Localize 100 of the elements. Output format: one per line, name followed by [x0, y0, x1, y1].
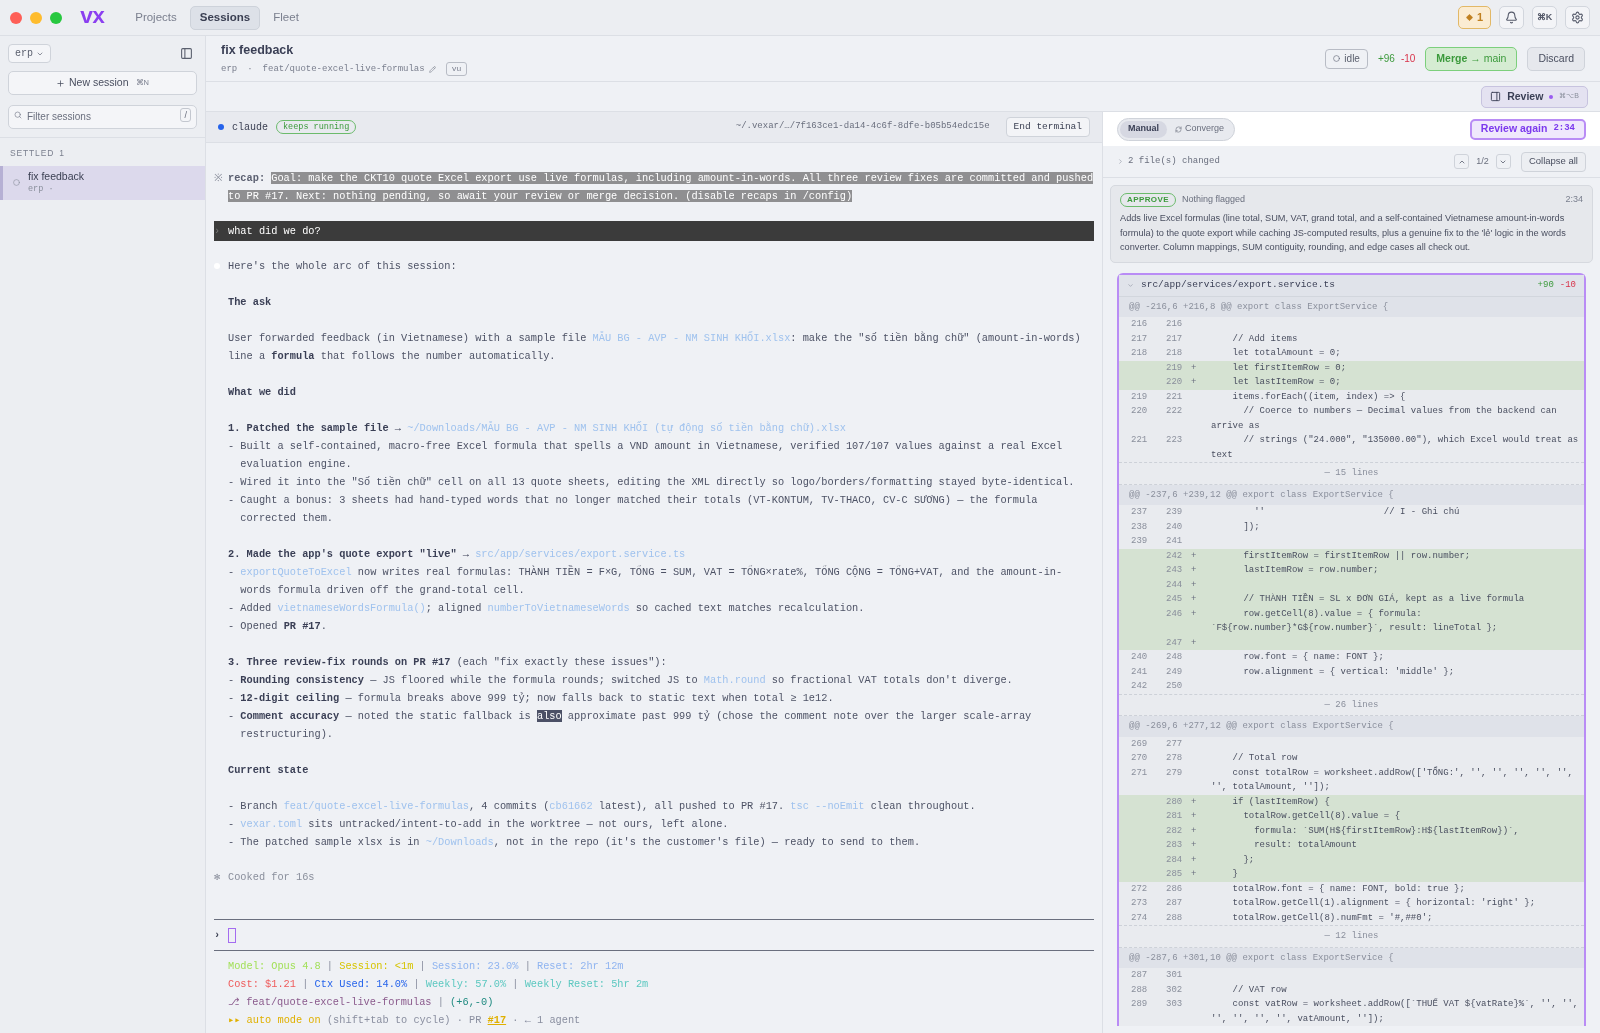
- line-number: 218: [1166, 348, 1183, 358]
- code-line: let lastItemRow = 0;: [1231, 377, 1341, 387]
- code-link[interactable]: feat/quote-excel-live-formulas: [283, 800, 469, 812]
- line-number: 280: [1166, 796, 1183, 807]
- code-link[interactable]: src/app/services/export.service.ts: [475, 548, 686, 560]
- terminal-line: - Opened PR #17.: [228, 619, 328, 634]
- line-number: 223: [1166, 435, 1183, 445]
- search-icon: [14, 111, 22, 119]
- line-number: 273: [1131, 898, 1148, 908]
- code-line: // VAT row: [1231, 984, 1287, 995]
- minimize-window-button[interactable]: [30, 11, 42, 24]
- review-summary: Adds live Excel formulas (line total, SUM, VAT, grand total, and a self-contained Vietnamese amount-in-words formula) to the quote export while caching JS-computed results, plus a genuine fix to the 'lẻ' logic in the words converter. Column mappings, SUM contiguity, rounding, and edge cases all check out.: [1120, 212, 1567, 254]
- terminal-line: - exportQuoteToExcel now writes real formulas: THÀNH TIỀN = F×G, TỔNG = SUM, VAT = TỔNG×rate%, TỔNG CỘNG = TỔNG+VAT, and the amount-in-words formula driven off the grand-total cell.: [228, 564, 1064, 598]
- code-line: row.alignment = { vertical: 'middle' };: [1242, 666, 1455, 677]
- next-file-button[interactable]: [1495, 154, 1511, 169]
- line-number: 217: [1166, 333, 1183, 344]
- code-link[interactable]: ~/Downloads/MẪU BG - AVP - NM SINH KHỐI (tự động số tiền bằng chữ).xlsx: [407, 422, 846, 434]
- status-line: ▸▸ auto mode on (shift+tab to cycle) · PR #17 · ← 1 agent: [228, 1013, 582, 1028]
- line-number: 284: [1166, 854, 1183, 865]
- elapsed-time: Cooked for 16s: [228, 870, 315, 885]
- discard-button[interactable]: Discard: [1527, 46, 1585, 71]
- line-number: 272: [1131, 883, 1148, 894]
- line-number: 277: [1166, 738, 1183, 749]
- code-line: ]);: [1242, 521, 1260, 532]
- review-again-button[interactable]: Review again 2:34: [1469, 118, 1586, 140]
- notification-badge[interactable]: 1: [1457, 6, 1491, 29]
- hunk-header: @@ -216,6 +216,8 @@ export class ExportService {: [1119, 296, 1584, 317]
- folded-lines[interactable]: — 12 lines: [1119, 925, 1584, 948]
- code-line: let firstItemRow = 0;: [1231, 362, 1347, 373]
- session-title: fix feedback: [221, 41, 295, 59]
- code-link[interactable]: MẪU BG - AVP - NM SINH KHỐI.xlsx: [592, 332, 791, 344]
- mode-tab[interactable]: Converge: [1167, 120, 1233, 138]
- code-link[interactable]: cb61662: [549, 800, 593, 812]
- prompt-marker: ›: [214, 224, 222, 239]
- input-cursor[interactable]: [228, 927, 236, 943]
- code-line: totalRow.getCell(1).alignment = { horizontal: 'right' };: [1231, 898, 1536, 908]
- code-link[interactable]: vietnameseWordsFormula(): [277, 602, 426, 614]
- code-link[interactable]: numberToVietnameseWords: [487, 602, 630, 614]
- project-select[interactable]: erp: [8, 44, 51, 63]
- sidebar-toggle-icon[interactable]: [180, 47, 193, 60]
- line-number: 289: [1131, 999, 1148, 1009]
- section-count: 1: [59, 147, 65, 160]
- additions-count: +90: [1537, 278, 1554, 292]
- line-number: 282: [1166, 825, 1183, 836]
- line-number: 269: [1131, 738, 1148, 749]
- line-number: 238: [1131, 521, 1148, 532]
- chevron-right-icon[interactable]: [1117, 158, 1124, 165]
- code-link[interactable]: vexar.toml: [240, 818, 303, 830]
- folded-lines[interactable]: — 15 lines: [1119, 462, 1584, 485]
- code-line: const vatRow = worksheet.addRow([`THUẾ VAT ${vatRate}%`, '', '', '', '', '', '', vatAmount, '']);: [1211, 999, 1580, 1024]
- session-subtitle: erp ·: [28, 182, 55, 196]
- footer-marker: ✻: [214, 870, 222, 885]
- separator-dot: ·: [247, 62, 253, 76]
- nav-tab[interactable]: Fleet: [264, 5, 308, 30]
- recap-marker: ※: [214, 171, 224, 186]
- terminal-line: - Rounding consistency — JS floored while the formula rounds; switched JS to Math.round so fractional VAT totals don't diverge.: [228, 673, 1014, 688]
- collapse-all-button[interactable]: Collapse all: [1520, 151, 1586, 172]
- line-number: 244: [1166, 579, 1183, 590]
- project-name: erp: [221, 62, 238, 76]
- logo: vx: [80, 6, 105, 29]
- notifications-button[interactable]: [1499, 6, 1524, 29]
- terminal-line: - Built a self-contained, macro-free Excel formula that spells a VND amount in Vietnamese, verified 107/107 values against a real Excel evaluation engine.: [228, 439, 1064, 472]
- status-circle-icon: [13, 179, 20, 187]
- code-line: row.getCell(8).value = { formula: `F${row.number}*G${row.number}`, result: lineTotal };: [1211, 608, 1498, 633]
- line-number: 222: [1166, 406, 1183, 416]
- line-number: 241: [1166, 536, 1183, 546]
- terminal-line: - Comment accuracy — noted the static fallback is also approximate past 999 tỷ (chose the comment note over the larger scale-array restructuring).: [228, 709, 1033, 742]
- line-number: 216: [1166, 319, 1183, 329]
- end-terminal-button[interactable]: End terminal: [1005, 117, 1090, 137]
- branch-name: feat/quote-excel-live-formulas: [262, 62, 425, 76]
- mode-tab[interactable]: Manual: [1120, 120, 1167, 138]
- close-window-button[interactable]: [10, 11, 22, 24]
- code-link[interactable]: Math.round: [703, 674, 766, 686]
- line-number: 245: [1166, 594, 1183, 604]
- session-item[interactable]: fix feedback erp ·: [0, 165, 205, 200]
- line-number: 216: [1131, 319, 1148, 329]
- code-link[interactable]: exportQuoteToExcel: [240, 566, 352, 578]
- panel-icon: [1490, 91, 1502, 102]
- zoom-window-button[interactable]: [50, 11, 62, 24]
- command-palette-button[interactable]: ⌘K: [1532, 6, 1557, 29]
- section-heading: SETTLED: [10, 147, 55, 160]
- nav-tab[interactable]: Sessions: [189, 5, 261, 30]
- code-link[interactable]: ~/Downloads: [425, 836, 494, 848]
- previous-file-button[interactable]: [1454, 154, 1470, 169]
- line-number: 283: [1166, 840, 1183, 850]
- code-line: // Add items: [1231, 333, 1298, 344]
- bell-icon: [1505, 11, 1518, 24]
- files-changed-summary: 2 file(s) changed: [1128, 154, 1220, 168]
- line-number: 301: [1166, 970, 1183, 980]
- terminal-line: Here's the whole arc of this session:: [228, 259, 458, 274]
- code-link[interactable]: tsc --noEmit: [790, 800, 865, 812]
- nav-tab[interactable]: Projects: [126, 5, 186, 30]
- line-number: 279: [1166, 767, 1183, 778]
- status-circle-icon: [1333, 55, 1341, 62]
- merge-button[interactable]: Merge → main: [1425, 46, 1518, 71]
- diff-sign: +: [1191, 840, 1197, 850]
- pencil-icon[interactable]: [428, 65, 436, 73]
- diff-sign: +: [1191, 579, 1197, 590]
- chevron-down-icon[interactable]: [1127, 281, 1134, 289]
- settings-button[interactable]: [1565, 6, 1590, 29]
